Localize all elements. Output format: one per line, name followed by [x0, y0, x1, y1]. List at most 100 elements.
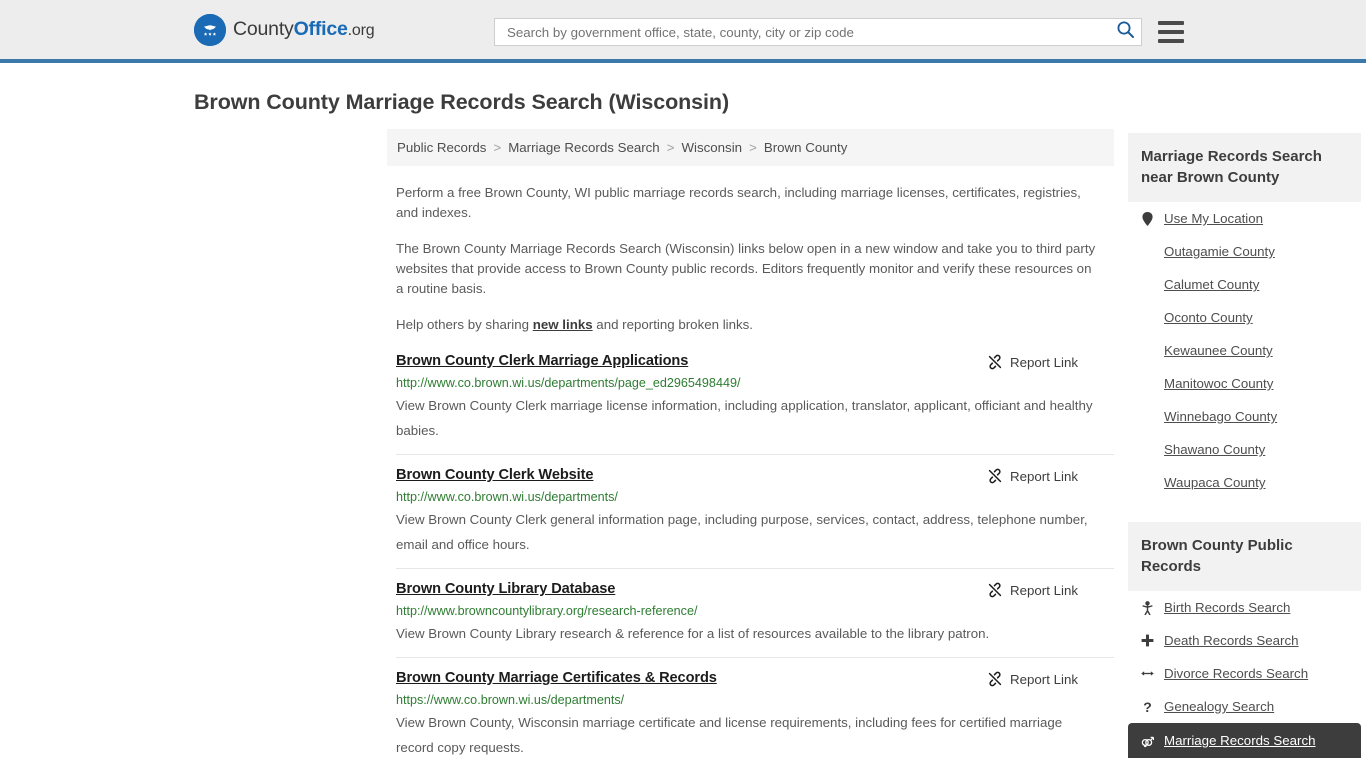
- results-list: Brown County Clerk Marriage Applications…: [396, 351, 1114, 768]
- sidebar-item-shawano-county[interactable]: Shawano County: [1128, 433, 1361, 466]
- sidebar-link-label[interactable]: Manitowoc County: [1164, 376, 1273, 391]
- sidebar-item-calumet-county[interactable]: Calumet County: [1128, 268, 1361, 301]
- sidebar-link-label[interactable]: Calumet County: [1164, 277, 1259, 292]
- result-url[interactable]: http://www.browncountylibrary.org/resear…: [396, 604, 1114, 618]
- new-links-link[interactable]: new links: [533, 317, 593, 332]
- result-header: Brown County Library Database Report Lin…: [396, 581, 1114, 598]
- result-header: Brown County Clerk Website Report Link: [396, 467, 1114, 484]
- sidebar: Marriage Records Search near Brown Count…: [1128, 133, 1361, 758]
- header-search-area: [494, 18, 1184, 46]
- breadcrumb-item-public-records[interactable]: Public Records: [397, 140, 486, 155]
- result-header: Brown County Marriage Certificates & Rec…: [396, 670, 1114, 687]
- site-header: CountyOffice.org: [0, 0, 1366, 63]
- sidebar-nearby-list: Use My Location Outagamie County Calumet…: [1128, 202, 1361, 499]
- sidebar-item-marriage-records-search[interactable]: Marriage Records Search: [1128, 723, 1361, 758]
- sidebar-link-label[interactable]: Divorce Records Search: [1164, 666, 1308, 681]
- broken-link-icon: [987, 468, 1003, 484]
- sidebar-link-label[interactable]: Oconto County: [1164, 310, 1253, 325]
- sidebar-link-label[interactable]: Use My Location: [1164, 211, 1263, 226]
- map-pin-icon: [1141, 211, 1154, 226]
- search-icon[interactable]: [1116, 20, 1135, 44]
- sidebar-link-label[interactable]: Waupaca County: [1164, 475, 1266, 490]
- result-item: Brown County Library Database Report Lin…: [396, 568, 1114, 657]
- sidebar-item-use-my-location[interactable]: Use My Location: [1128, 202, 1361, 235]
- sidebar-link-label[interactable]: Winnebago County: [1164, 409, 1277, 424]
- report-link-button[interactable]: Report Link: [987, 468, 1078, 484]
- breadcrumb-separator: >: [749, 140, 757, 155]
- broken-link-icon: [987, 354, 1003, 370]
- broken-link-icon: [987, 582, 1003, 598]
- broken-link-icon: [987, 671, 1003, 687]
- result-url[interactable]: https://www.co.brown.wi.us/departments/: [396, 693, 1114, 707]
- breadcrumb: Public Records > Marriage Records Search…: [387, 129, 1114, 166]
- result-description: View Brown County Clerk marriage license…: [396, 398, 1093, 438]
- intro-p3-after: and reporting broken links.: [592, 317, 754, 332]
- search-input[interactable]: [505, 19, 1112, 45]
- result-item: Brown County Clerk Website Report Link h…: [396, 454, 1114, 568]
- search-box[interactable]: [494, 18, 1142, 46]
- sidebar-item-genealogy-search[interactable]: ? Genealogy Search: [1128, 690, 1361, 723]
- sidebar-link-label[interactable]: Birth Records Search: [1164, 600, 1290, 615]
- logo-text-org: .org: [347, 22, 375, 39]
- hamburger-bar: [1158, 21, 1184, 25]
- main-column: Public Records > Marriage Records Search…: [387, 129, 1114, 768]
- sidebar-item-death-records-search[interactable]: Death Records Search: [1128, 624, 1361, 657]
- report-link-label: Report Link: [1010, 354, 1078, 370]
- left-right-arrow-icon: [1141, 668, 1154, 679]
- male-female-icon: [1141, 734, 1154, 748]
- result-title-link[interactable]: Brown County Clerk Website: [396, 467, 594, 483]
- result-title-link[interactable]: Brown County Clerk Marriage Applications: [396, 353, 688, 369]
- hamburger-menu-icon[interactable]: [1158, 21, 1184, 43]
- report-link-button[interactable]: Report Link: [987, 354, 1078, 370]
- logo-text-county: County: [233, 18, 294, 40]
- hamburger-bar: [1158, 39, 1184, 43]
- result-description: View Brown County Clerk general informat…: [396, 512, 1088, 552]
- page-title: Brown County Marriage Records Search (Wi…: [194, 90, 729, 114]
- sidebar-item-manitowoc-county[interactable]: Manitowoc County: [1128, 367, 1361, 400]
- result-title-link[interactable]: Brown County Library Database: [396, 581, 615, 597]
- breadcrumb-item-marriage-records-search[interactable]: Marriage Records Search: [508, 140, 660, 155]
- intro-paragraph-3: Help others by sharing new links and rep…: [396, 315, 1096, 335]
- report-link-button[interactable]: Report Link: [987, 671, 1078, 687]
- result-title-link[interactable]: Brown County Marriage Certificates & Rec…: [396, 670, 717, 686]
- result-description: View Brown County Library research & ref…: [396, 626, 990, 641]
- sidebar-link-label[interactable]: Genealogy Search: [1164, 699, 1274, 714]
- page-body: Brown County Marriage Records Search (Wi…: [0, 90, 1366, 768]
- site-logo[interactable]: CountyOffice.org: [194, 13, 375, 46]
- breadcrumb-item-brown-county: Brown County: [763, 140, 848, 155]
- sidebar-public-records-block: Brown County Public Records Birth Record…: [1128, 522, 1361, 758]
- breadcrumb-separator: >: [493, 140, 502, 155]
- sidebar-link-label[interactable]: Outagamie County: [1164, 244, 1275, 259]
- sidebar-link-label[interactable]: Marriage Records Search: [1164, 733, 1316, 748]
- question-mark-icon: ?: [1143, 698, 1152, 715]
- sidebar-item-outagamie-county[interactable]: Outagamie County: [1128, 235, 1361, 268]
- breadcrumb-item-wisconsin[interactable]: Wisconsin: [681, 140, 742, 155]
- sidebar-item-winnebago-county[interactable]: Winnebago County: [1128, 400, 1361, 433]
- sidebar-public-records-list: Birth Records Search Death Records Searc…: [1128, 591, 1361, 758]
- result-url[interactable]: http://www.co.brown.wi.us/departments/pa…: [396, 376, 1114, 390]
- logo-text-office: Office: [293, 18, 348, 40]
- result-url[interactable]: http://www.co.brown.wi.us/departments/: [396, 490, 1114, 504]
- sidebar-item-waupaca-county[interactable]: Waupaca County: [1128, 466, 1361, 499]
- intro-p3-before: Help others by sharing: [396, 317, 533, 332]
- result-description: View Brown County, Wisconsin marriage ce…: [396, 715, 1063, 755]
- cross-icon: [1141, 634, 1154, 647]
- logo-wordmark: CountyOffice.org: [233, 18, 375, 41]
- report-link-label: Report Link: [1010, 468, 1078, 484]
- sidebar-item-divorce-records-search[interactable]: Divorce Records Search: [1128, 657, 1361, 690]
- sidebar-link-label[interactable]: Kewaunee County: [1164, 343, 1273, 358]
- sidebar-item-oconto-county[interactable]: Oconto County: [1128, 301, 1361, 334]
- report-link-label: Report Link: [1010, 582, 1078, 598]
- content-wrapper: Public Records > Marriage Records Search…: [193, 115, 1361, 768]
- report-link-button[interactable]: Report Link: [987, 582, 1078, 598]
- intro-text: Perform a free Brown County, WI public m…: [396, 183, 1096, 335]
- sidebar-link-label[interactable]: Shawano County: [1164, 442, 1265, 457]
- sidebar-link-label[interactable]: Death Records Search: [1164, 633, 1299, 648]
- sidebar-item-birth-records-search[interactable]: Birth Records Search: [1128, 591, 1361, 624]
- eagle-seal-icon: [194, 13, 226, 46]
- result-header: Brown County Clerk Marriage Applications…: [396, 353, 1114, 370]
- sidebar-nearby-heading: Marriage Records Search near Brown Count…: [1128, 133, 1361, 202]
- sidebar-item-kewaunee-county[interactable]: Kewaunee County: [1128, 334, 1361, 367]
- breadcrumb-separator: >: [666, 140, 675, 155]
- report-link-label: Report Link: [1010, 671, 1078, 687]
